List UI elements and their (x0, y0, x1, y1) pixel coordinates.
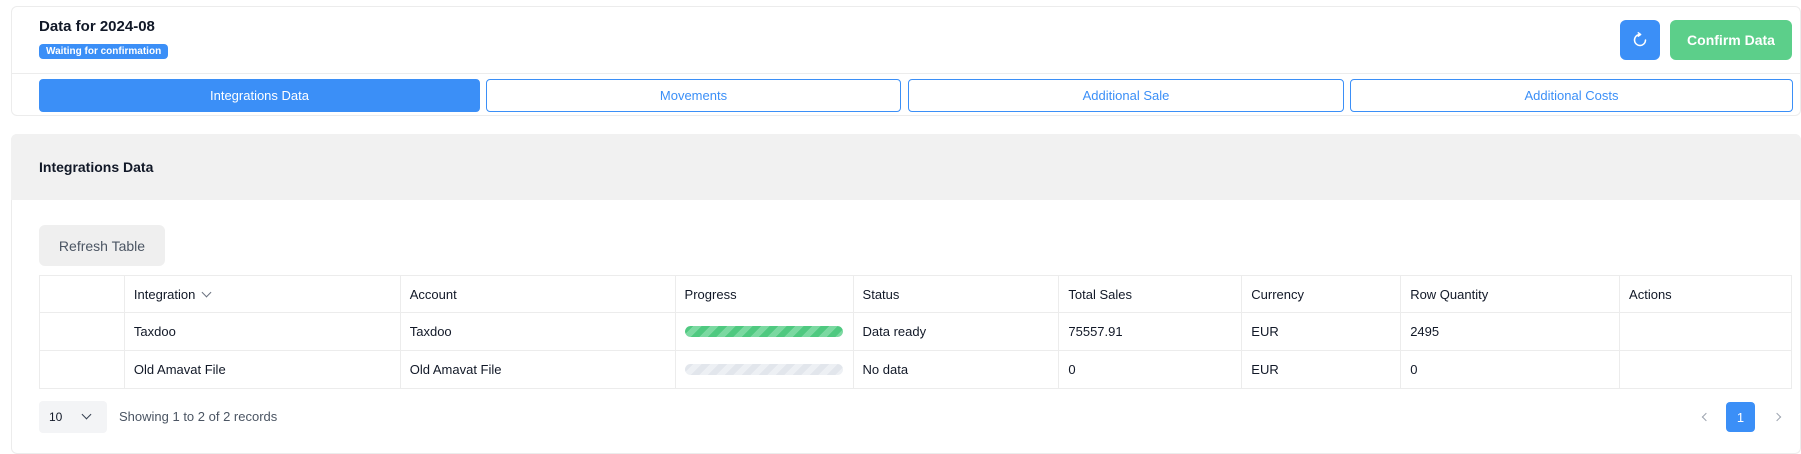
progress-fill (684, 326, 843, 337)
next-page-button[interactable] (1768, 408, 1786, 426)
integration-cell: Old Amavat File (123, 350, 401, 389)
row-quantity-cell: 2495 (1400, 312, 1621, 351)
column-header-progress: Progress (674, 275, 854, 313)
account-cell: Taxdoo (399, 312, 676, 351)
integration-cell: Taxdoo (123, 312, 401, 351)
chevron-left-icon (1701, 412, 1711, 422)
column-header-integration[interactable]: Integration (123, 275, 401, 313)
status-badge: Waiting for confirmation (39, 44, 169, 59)
column-header-currency: Currency (1241, 275, 1402, 313)
section-header (11, 134, 1801, 200)
currency-cell: EUR (1241, 312, 1402, 351)
table-row: Taxdoo Taxdoo Data ready 75557.91 EUR 24… (39, 312, 1792, 351)
tab-additional-sale[interactable]: Additional Sale (908, 79, 1344, 112)
row-select-cell (39, 312, 125, 351)
total-sales-cell: 0 (1058, 350, 1243, 389)
progress-cell (674, 312, 854, 351)
records-summary: Showing 1 to 2 of 2 records (119, 409, 278, 424)
tab-movements[interactable]: Movements (486, 79, 901, 112)
row-quantity-cell: 0 (1400, 350, 1621, 389)
confirm-data-button[interactable]: Confirm Data (1670, 20, 1792, 60)
column-header-status: Status (852, 275, 1060, 313)
column-header-actions: Actions (1619, 275, 1792, 313)
row-select-cell (39, 350, 125, 389)
actions-cell (1619, 312, 1792, 351)
column-header-row-quantity: Row Quantity (1400, 275, 1621, 313)
integrations-table: Integration Account Progress Status Tota… (39, 275, 1792, 389)
chevron-down-icon (201, 287, 212, 297)
table-header-row: Integration Account Progress Status Tota… (39, 275, 1792, 313)
account-cell: Old Amavat File (399, 350, 676, 389)
column-header-account: Account (399, 275, 676, 313)
tab-integrations-data[interactable]: Integrations Data (39, 79, 480, 112)
table-row: Old Amavat File Old Amavat File No data … (39, 350, 1792, 389)
page-size-value: 10 (49, 410, 63, 424)
status-cell: No data (852, 350, 1060, 389)
total-sales-cell: 75557.91 (1058, 312, 1243, 351)
currency-cell: EUR (1241, 350, 1402, 389)
chevron-down-icon (81, 409, 92, 420)
tab-divider (11, 73, 1801, 74)
progress-bar (684, 326, 843, 337)
page-button-current[interactable]: 1 (1726, 402, 1755, 432)
status-cell: Data ready (852, 312, 1060, 351)
page-size-select[interactable]: 10 (39, 401, 107, 433)
section-title: Integrations Data (39, 159, 154, 175)
tab-additional-costs[interactable]: Additional Costs (1350, 79, 1793, 112)
refresh-icon (1633, 32, 1647, 47)
previous-page-button[interactable] (1697, 408, 1715, 426)
column-header-select (39, 275, 125, 313)
chevron-right-icon (1772, 412, 1782, 422)
column-header-total-sales: Total Sales (1058, 275, 1243, 313)
refresh-button[interactable] (1620, 20, 1660, 60)
refresh-table-button[interactable]: Refresh Table (39, 225, 165, 266)
progress-cell (674, 350, 854, 389)
page-title: Data for 2024-08 (39, 18, 155, 35)
actions-cell (1619, 350, 1792, 389)
progress-bar (684, 364, 843, 375)
